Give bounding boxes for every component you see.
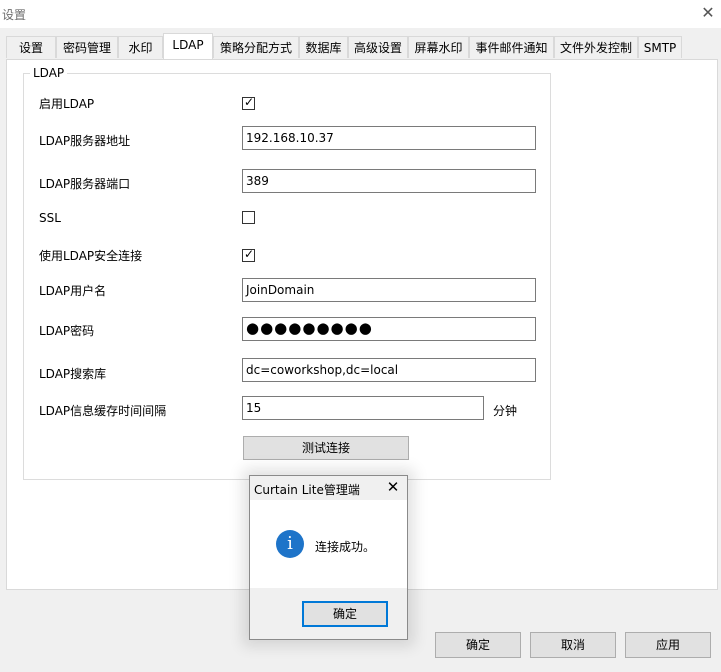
cancel-button[interactable]: 取消 <box>530 632 616 658</box>
secure-connection-label: 使用LDAP安全连接 <box>39 249 143 263</box>
cache-interval-label: LDAP信息缓存时间间隔 <box>39 404 167 418</box>
tab-watermark[interactable]: 水印 <box>118 36 163 58</box>
server-port-label: LDAP服务器端口 <box>39 177 131 191</box>
cache-interval-input[interactable]: 15 <box>242 396 484 420</box>
tab-smtp[interactable]: SMTP <box>638 36 682 58</box>
window-title: 设置 <box>2 8 27 22</box>
enable-ldap-checkbox[interactable]: ✓ <box>242 95 255 110</box>
tab-file-outbound[interactable]: 文件外发控制 <box>554 36 638 58</box>
ldap-group-title: LDAP <box>30 66 68 80</box>
server-address-input[interactable]: 192.168.10.37 <box>242 126 536 150</box>
tab-settings[interactable]: 设置 <box>6 36 56 58</box>
check-icon: ✓ <box>244 247 255 261</box>
dialog-message: 连接成功。 <box>315 540 376 554</box>
check-icon: ✓ <box>244 95 255 109</box>
username-input[interactable]: JoinDomain <box>242 278 536 302</box>
ssl-label: SSL <box>39 211 61 225</box>
search-base-label: LDAP搜索库 <box>39 367 107 381</box>
ssl-checkbox[interactable] <box>242 211 255 224</box>
cache-unit-label: 分钟 <box>493 404 518 418</box>
dialog-ok-button[interactable]: 确定 <box>302 601 388 627</box>
server-port-input[interactable]: 389 <box>242 169 536 193</box>
tab-screen-watermark[interactable]: 屏幕水印 <box>408 36 469 58</box>
tab-ldap[interactable]: LDAP <box>163 33 213 59</box>
dialog-title: Curtain Lite管理端 <box>254 483 360 497</box>
title-bar <box>0 0 721 28</box>
tab-event-email[interactable]: 事件邮件通知 <box>469 36 554 58</box>
dialog-close-icon[interactable]: ✕ <box>383 477 403 497</box>
enable-ldap-label: 启用LDAP <box>39 97 95 111</box>
apply-button[interactable]: 应用 <box>625 632 711 658</box>
ok-button[interactable]: 确定 <box>435 632 521 658</box>
tab-database[interactable]: 数据库 <box>299 36 348 58</box>
search-base-input[interactable]: dc=coworkshop,dc=local <box>242 358 536 382</box>
server-address-label: LDAP服务器地址 <box>39 134 131 148</box>
username-label: LDAP用户名 <box>39 284 107 298</box>
password-label: LDAP密码 <box>39 324 95 338</box>
tab-password-management[interactable]: 密码管理 <box>56 36 118 58</box>
window-close-icon[interactable]: ✕ <box>694 0 721 26</box>
info-icon: i <box>276 530 304 558</box>
password-input[interactable]: ●●●●●●●●● <box>242 317 536 341</box>
secure-connection-checkbox[interactable]: ✓ <box>242 247 255 262</box>
tab-advanced-settings[interactable]: 高级设置 <box>348 36 408 58</box>
test-connection-button[interactable]: 测试连接 <box>243 436 409 460</box>
tab-policy-assignment[interactable]: 策略分配方式 <box>213 36 299 58</box>
